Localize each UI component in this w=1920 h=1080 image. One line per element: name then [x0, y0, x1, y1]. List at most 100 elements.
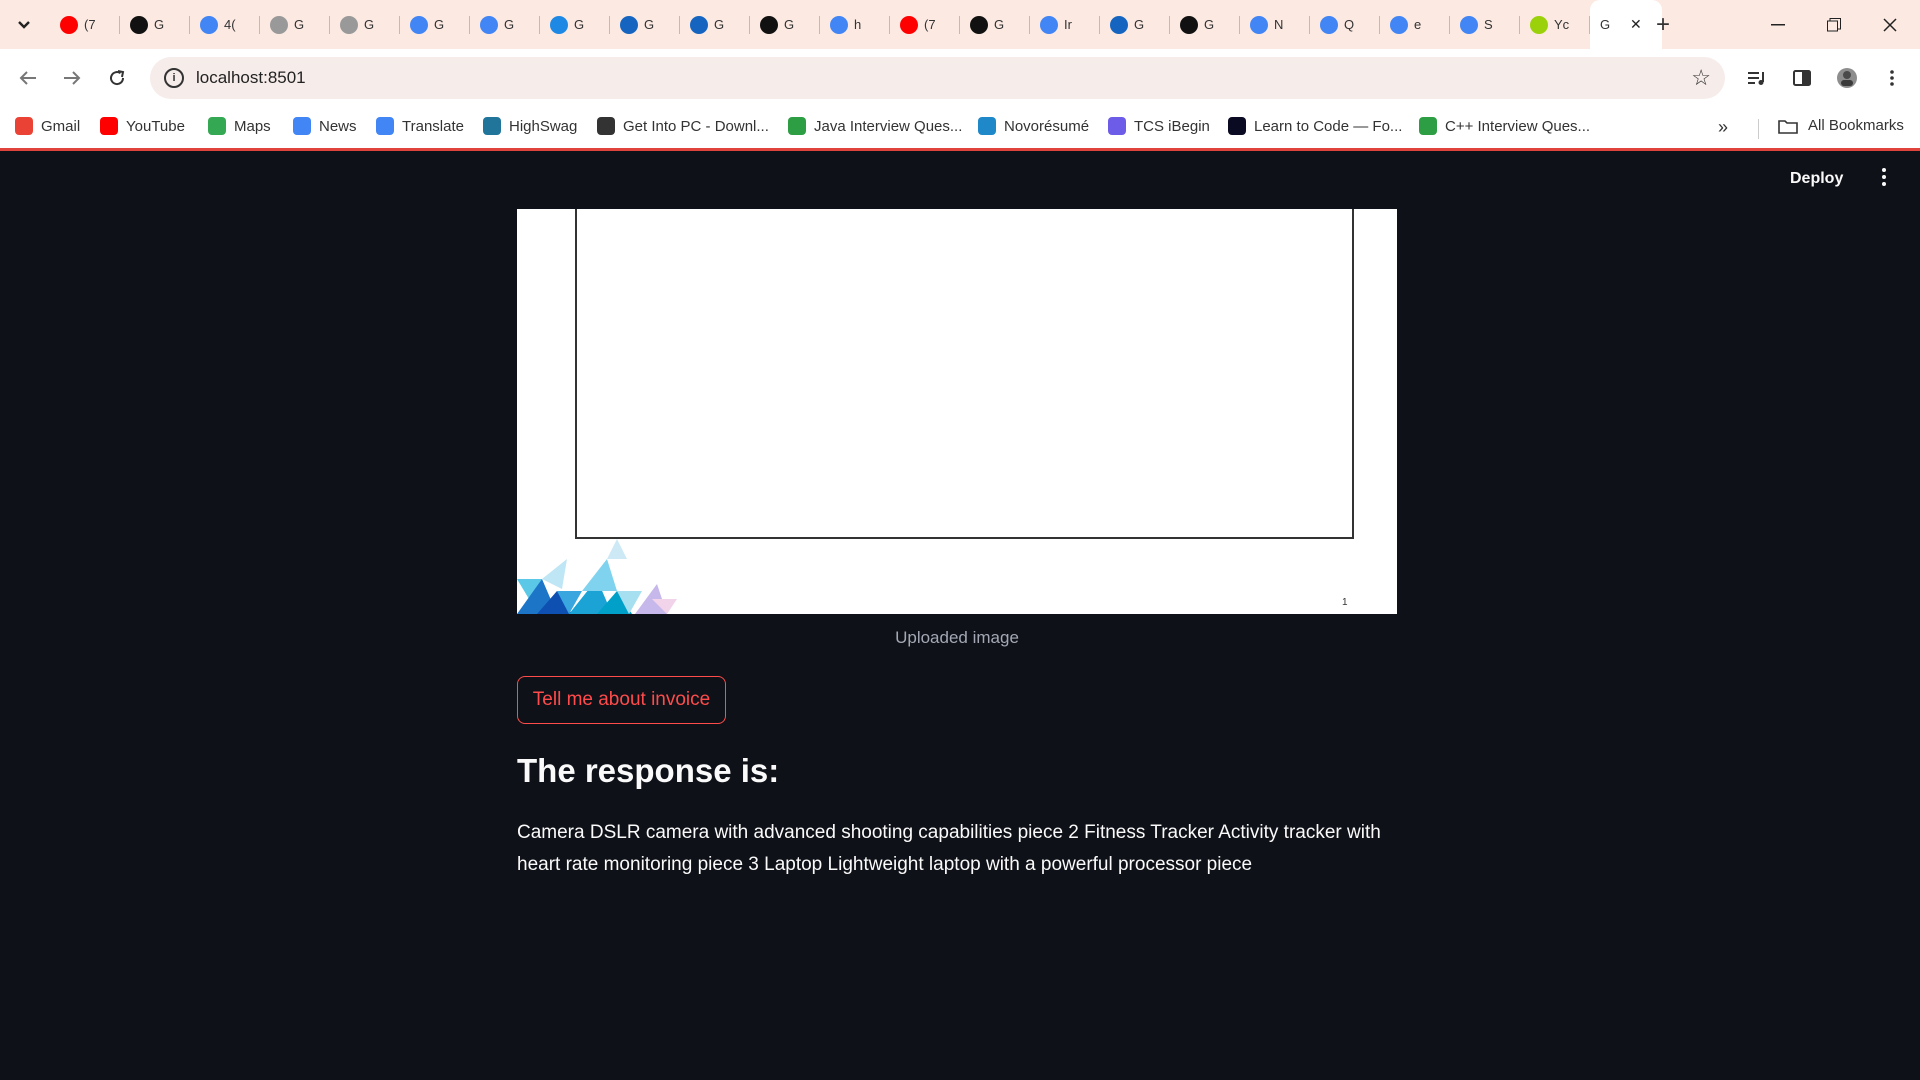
browser-tab[interactable]: G [1100, 0, 1170, 49]
bookmark-item[interactable]: C++ Interview Ques... [1419, 117, 1590, 135]
tab-title: G [1134, 17, 1145, 32]
side-panel-icon[interactable] [1787, 63, 1817, 93]
url-text[interactable]: localhost:8501 [196, 68, 306, 88]
browser-tab[interactable]: Yc [1520, 0, 1590, 49]
bookmark-item[interactable]: Java Interview Ques... [788, 117, 962, 135]
browser-tab[interactable]: 4( [190, 0, 260, 49]
media-control-icon[interactable] [1742, 63, 1772, 93]
getintopc-icon [597, 117, 615, 135]
tab-search-chevron-icon[interactable] [10, 12, 38, 38]
browser-tab[interactable]: h [820, 0, 890, 49]
google-icon [1320, 15, 1338, 34]
profile-avatar[interactable] [1832, 63, 1862, 93]
medium-icon [1180, 15, 1198, 34]
bookmark-label: C++ Interview Ques... [1445, 117, 1591, 135]
browser-tab[interactable]: G [610, 0, 680, 49]
browser-tab[interactable]: G [330, 0, 400, 49]
close-tab-icon[interactable]: ✕ [1630, 16, 1642, 33]
tab-strip: (7 G 4(G G G G G G G Gh (7 G Ir G G N Qe S Yc G ✕ + [0, 0, 1920, 49]
deploy-button[interactable]: Deploy [1790, 170, 1843, 188]
bookmark-item[interactable]: News [293, 117, 357, 135]
browser-menu-icon[interactable] [1877, 63, 1907, 93]
google-icon [830, 15, 848, 34]
browser-tab[interactable]: G [120, 0, 190, 49]
more-bookmarks-chevron-icon[interactable]: » [1718, 117, 1728, 138]
folder-icon [1778, 119, 1798, 134]
tab-title: (7 [84, 17, 96, 32]
medium-icon [970, 15, 988, 34]
tab-title: Q [1344, 17, 1355, 32]
bookmark-item[interactable]: Maps [208, 117, 271, 135]
response-text: Camera DSLR camera with advanced shootin… [517, 822, 1381, 875]
browser-tab[interactable]: G [680, 0, 750, 49]
app-icon [1530, 15, 1548, 34]
google-icon [480, 15, 498, 34]
browser-tab[interactable]: G [400, 0, 470, 49]
medium-icon [130, 15, 148, 34]
bookmark-item[interactable]: Novorésumé [978, 117, 1089, 135]
google-icon [1040, 15, 1058, 34]
java-icon [788, 117, 806, 135]
google-icon [1390, 15, 1408, 34]
page-number: 1 [1342, 597, 1348, 608]
browser-tab[interactable]: Ir [1030, 0, 1100, 49]
github-icon [340, 15, 358, 34]
google-icon [1460, 15, 1478, 34]
app-menu-icon[interactable] [1882, 168, 1886, 192]
google-icon [1250, 15, 1268, 34]
browser-tab[interactable]: G [260, 0, 330, 49]
browser-tab[interactable]: (7 [50, 0, 120, 49]
bookmark-label: Learn to Code — Fo... [1254, 117, 1403, 135]
bookmark-item[interactable]: Translate [376, 117, 464, 135]
bookmark-item[interactable]: Gmail [15, 117, 80, 135]
browser-tab[interactable]: Q [1310, 0, 1380, 49]
browser-tab[interactable]: G [960, 0, 1030, 49]
confluence-icon [690, 15, 708, 34]
google-icon [410, 15, 428, 34]
browser-tab[interactable]: S [1450, 0, 1520, 49]
bookmarks-divider [1758, 119, 1759, 139]
bookmark-item[interactable]: Get Into PC - Downl... [597, 117, 769, 135]
browser-tab[interactable]: e [1380, 0, 1450, 49]
bookmark-item[interactable]: TCS iBegin [1108, 117, 1210, 135]
tell-me-about-invoice-button[interactable]: Tell me about invoice [517, 676, 726, 724]
bookmark-label: Maps [234, 117, 271, 135]
bookmark-label: Get Into PC - Downl... [623, 117, 769, 135]
forward-button[interactable] [57, 63, 87, 93]
tab-title: G [364, 17, 375, 32]
bookmark-label: HighSwag [509, 117, 578, 135]
bookmark-label: Translate [402, 117, 464, 135]
app-icon [550, 15, 568, 34]
all-bookmarks-button[interactable]: All Bookmarks [1778, 117, 1904, 134]
bookmark-item[interactable]: Learn to Code — Fo... [1228, 117, 1402, 135]
browser-tab[interactable]: G [750, 0, 820, 49]
bookmark-item[interactable]: YouTube [100, 117, 185, 135]
tab-title: S [1484, 17, 1493, 32]
confluence-icon [620, 15, 638, 34]
browser-tab[interactable]: N [1240, 0, 1310, 49]
github-icon [270, 15, 288, 34]
response-heading: The response is: [517, 752, 780, 789]
bookmark-star-icon[interactable]: ☆ [1691, 65, 1711, 91]
minimize-button[interactable] [1750, 0, 1806, 49]
medium-icon [760, 15, 778, 34]
cpp-icon [1419, 117, 1437, 135]
tab-title: 4( [224, 17, 236, 32]
bookmark-item[interactable]: HighSwag [483, 117, 577, 135]
reload-button[interactable] [102, 63, 132, 93]
back-button[interactable] [13, 63, 43, 93]
restore-button[interactable] [1806, 0, 1862, 49]
site-info-icon[interactable]: i [164, 68, 184, 88]
browser-toolbar: i localhost:8501 ☆ [0, 49, 1920, 107]
freecodecamp-icon [1228, 117, 1246, 135]
tab-title: G [784, 17, 795, 32]
tab-title: G [154, 17, 165, 32]
tab-title: h [854, 17, 862, 32]
address-bar[interactable]: i localhost:8501 ☆ [150, 57, 1725, 99]
browser-tab[interactable]: G [1170, 0, 1240, 49]
new-tab-button[interactable]: + [1648, 10, 1678, 40]
browser-tab[interactable]: G [470, 0, 540, 49]
browser-tab[interactable]: G [540, 0, 610, 49]
browser-tab[interactable]: (7 [890, 0, 960, 49]
close-window-button[interactable] [1862, 0, 1918, 49]
